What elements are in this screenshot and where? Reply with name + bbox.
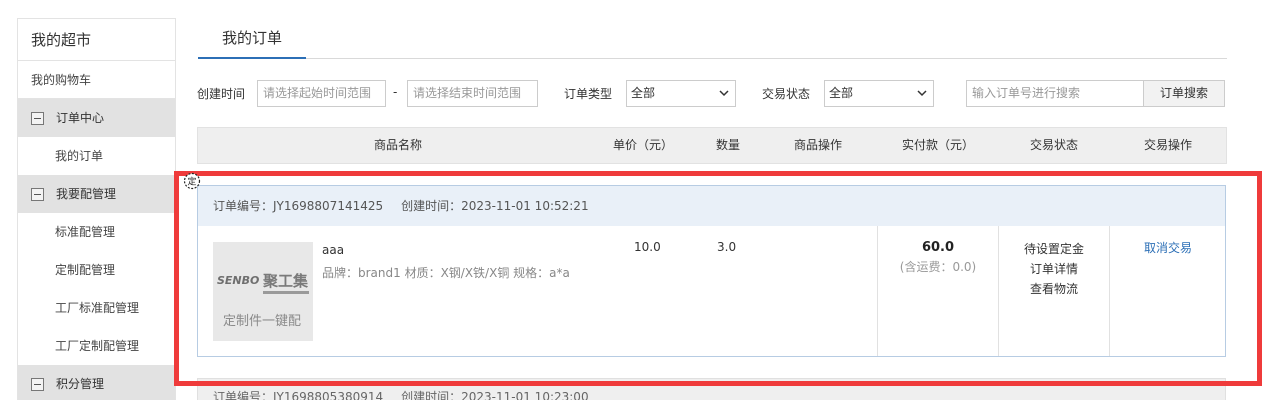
sidebar-group-label: 我要配管理 bbox=[56, 187, 117, 201]
order-search-button[interactable]: 订单搜索 bbox=[1143, 80, 1225, 107]
col-product-ops: 商品操作 bbox=[793, 138, 842, 152]
product-spec: 品牌：brand1 材质：X钢/X铁/X铜 规格：a*a bbox=[322, 266, 570, 280]
col-paid-amount: 实付款（元） bbox=[901, 138, 974, 152]
status-pending-deposit: 待设置定金 bbox=[1023, 242, 1084, 256]
trade-status-cell: 待设置定金 订单详情 查看物流 bbox=[999, 239, 1109, 299]
cancel-trade-link[interactable]: 取消交易 bbox=[1110, 239, 1226, 256]
end-time-input[interactable]: 请选择结束时间范围 bbox=[407, 80, 538, 107]
thumbnail-caption: 定制件一键配 bbox=[223, 314, 302, 329]
tag-label: 定 bbox=[187, 176, 196, 188]
order-created-time: 创建时间：2023-11-01 10:52:21 bbox=[401, 199, 589, 213]
order-card: 订单编号：JY1698807141425 创建时间：2023-11-01 10:5… bbox=[197, 185, 1226, 357]
tab-bar: 我的订单 bbox=[198, 18, 1227, 59]
chevron-down-icon bbox=[719, 90, 729, 97]
collapse-icon[interactable] bbox=[31, 377, 44, 391]
sidebar-item-my-orders[interactable]: 我的订单 bbox=[18, 137, 175, 175]
sidebar-group-label: 积分管理 bbox=[56, 377, 105, 391]
freight-note: (含运费：0.0) bbox=[899, 260, 977, 274]
collapse-icon[interactable] bbox=[31, 187, 44, 201]
quantity: 3.0 bbox=[717, 240, 737, 254]
col-unit-price: 单价（元） bbox=[612, 138, 673, 152]
order-card: 订单编号：JY1698805380914 创建时间：2023-11-01 10:2… bbox=[197, 378, 1226, 400]
col-trade-ops: 交易操作 bbox=[1143, 138, 1192, 152]
brand-underline bbox=[263, 291, 309, 294]
col-quantity: 数量 bbox=[715, 138, 740, 152]
unit-price: 10.0 bbox=[634, 240, 661, 254]
trade-status-select[interactable]: 全部 bbox=[824, 80, 934, 107]
order-search-input[interactable]: 输入订单号进行搜索 bbox=[966, 80, 1144, 107]
sidebar-group-points[interactable]: 积分管理 bbox=[18, 365, 175, 400]
sidebar-group-order-center[interactable]: 订单中心 bbox=[18, 99, 175, 137]
table-header: 商品名称 单价（元） 数量 商品操作 实付款（元） 交易状态 交易操作 bbox=[197, 127, 1227, 164]
order-number: 订单编号：JY1698805380914 bbox=[213, 390, 384, 400]
order-created-time: 创建时间：2023-11-01 10:23:00 bbox=[401, 390, 589, 400]
start-time-input[interactable]: 请选择起始时间范围 bbox=[257, 80, 386, 107]
view-logistics-link[interactable]: 查看物流 bbox=[999, 279, 1109, 299]
product-thumbnail[interactable]: SENBO 聚工集 定制件一键配 bbox=[213, 242, 313, 341]
sidebar-item-custom[interactable]: 定制配管理 bbox=[18, 251, 175, 289]
col-trade-status: 交易状态 bbox=[1029, 138, 1078, 152]
sidebar-item-standard[interactable]: 标准配管理 bbox=[18, 213, 175, 251]
product-name[interactable]: aaa bbox=[322, 243, 344, 257]
sidebar-group-pipe-management[interactable]: 我要配管理 bbox=[18, 175, 175, 213]
trade-status-value: 全部 bbox=[829, 86, 854, 100]
sidebar-item-factory-custom[interactable]: 工厂定制配管理 bbox=[18, 327, 175, 365]
col-product-name: 商品名称 bbox=[373, 138, 422, 152]
sidebar-item-factory-standard[interactable]: 工厂标准配管理 bbox=[18, 289, 175, 327]
sidebar-group-label: 订单中心 bbox=[56, 111, 105, 125]
sidebar-title: 我的超市 bbox=[18, 19, 175, 61]
sidebar: 我的超市 我的购物车 订单中心 我的订单 我要配管理 标准配管理 定制配管理 工… bbox=[17, 18, 176, 400]
order-type-label: 订单类型 bbox=[564, 87, 613, 101]
chevron-down-icon bbox=[917, 90, 927, 97]
range-separator: - bbox=[393, 85, 398, 99]
order-detail-link[interactable]: 订单详情 bbox=[999, 259, 1109, 279]
brand-logo-text: 聚工集 bbox=[263, 272, 309, 290]
paid-amount: 60.0 bbox=[921, 240, 955, 255]
sidebar-item-cart[interactable]: 我的购物车 bbox=[18, 61, 175, 99]
order-number: 订单编号：JY1698807141425 bbox=[213, 199, 384, 213]
custom-tag-icon: 定 bbox=[183, 172, 201, 190]
senbo-logo: SENBO bbox=[217, 274, 260, 287]
order-header: 订单编号：JY1698805380914 创建时间：2023-11-01 10:2… bbox=[198, 379, 1225, 400]
order-type-select[interactable]: 全部 bbox=[626, 80, 736, 107]
tab-my-orders[interactable]: 我的订单 bbox=[198, 18, 306, 59]
collapse-icon[interactable] bbox=[31, 111, 44, 125]
created-time-label: 创建时间 bbox=[197, 87, 246, 101]
order-header: 订单编号：JY1698807141425 创建时间：2023-11-01 10:5… bbox=[198, 186, 1225, 226]
trade-status-label: 交易状态 bbox=[762, 87, 811, 101]
order-type-value: 全部 bbox=[631, 86, 656, 100]
